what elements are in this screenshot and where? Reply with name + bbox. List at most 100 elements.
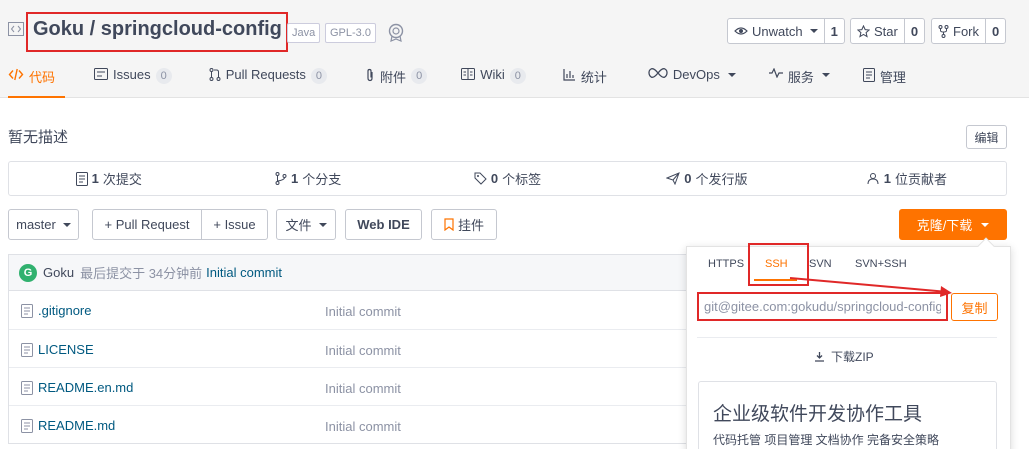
tab-issues[interactable]: Issues 0 bbox=[94, 62, 172, 98]
chevron-down-icon bbox=[727, 73, 736, 77]
license-tag[interactable]: GPL-3.0 bbox=[325, 23, 376, 43]
download-zip-link[interactable]: 下载ZIP bbox=[814, 348, 874, 365]
chevron-down-icon bbox=[821, 73, 830, 77]
tag-count: 0 bbox=[490, 171, 499, 186]
chevron-down-icon bbox=[318, 222, 327, 227]
file-name: LICENSE bbox=[38, 342, 94, 357]
commit-label: 次提交 bbox=[102, 172, 142, 187]
tab-services[interactable]: 服务 bbox=[768, 62, 830, 98]
star-label: Star bbox=[874, 23, 898, 39]
branch-icon bbox=[275, 172, 287, 185]
star-icon bbox=[857, 24, 870, 38]
stat-commits[interactable]: 1 次提交 bbox=[9, 162, 208, 195]
tab-label: 统计 bbox=[580, 70, 607, 85]
tab-devops[interactable]: DevOps bbox=[648, 62, 736, 98]
tab-label: Issues bbox=[113, 67, 151, 82]
fork-count[interactable]: 0 bbox=[985, 19, 1005, 43]
clone-download-button[interactable]: 克隆/下载 bbox=[899, 209, 1007, 240]
commit-message[interactable]: Initial commit bbox=[206, 265, 282, 280]
release-icon bbox=[666, 172, 681, 185]
files-dropdown[interactable]: 文件 bbox=[276, 209, 336, 240]
protocol-tab-https[interactable]: HTTPS bbox=[708, 258, 744, 270]
file-row: .gitignore Initial commit bbox=[9, 291, 687, 329]
protocol-tab-svn[interactable]: SVN bbox=[809, 258, 832, 270]
unwatch-button[interactable]: Unwatch 1 bbox=[727, 18, 845, 44]
web-ide-button[interactable]: Web IDE bbox=[345, 209, 422, 240]
file-commit-message[interactable]: Initial commit bbox=[325, 381, 401, 396]
branch-name: master bbox=[16, 217, 56, 232]
fork-button[interactable]: Fork 0 bbox=[931, 18, 1007, 44]
branch-select[interactable]: master bbox=[8, 209, 79, 240]
language-tag[interactable]: Java bbox=[287, 23, 321, 43]
file-link[interactable]: README.en.md bbox=[21, 380, 133, 395]
commit-doc-icon bbox=[75, 171, 88, 186]
edit-description-button[interactable]: 编辑 bbox=[966, 125, 1007, 149]
watch-count[interactable]: 1 bbox=[823, 19, 844, 43]
chevron-down-icon bbox=[809, 29, 818, 33]
release-count: 0 bbox=[684, 171, 692, 186]
file-commit-message[interactable]: Initial commit bbox=[325, 419, 401, 434]
tab-attachments[interactable]: 附件 0 bbox=[365, 62, 428, 98]
file-link[interactable]: README.md bbox=[21, 418, 115, 433]
release-label: 个发行版 bbox=[695, 172, 748, 187]
commit-author[interactable]: Goku bbox=[43, 265, 74, 280]
tab-pull-requests[interactable]: Pull Requests 0 bbox=[209, 62, 328, 98]
file-name: .gitignore bbox=[38, 303, 92, 318]
file-list: .gitignore Initial commit LICENSE Initia… bbox=[8, 290, 688, 444]
promo-subtitle: 代码托管 项目管理 文档协作 完备安全策略 bbox=[713, 433, 940, 447]
stat-tags[interactable]: 0 个标签 bbox=[408, 162, 607, 195]
file-row: README.en.md Initial commit bbox=[9, 367, 687, 405]
award-icon[interactable] bbox=[386, 22, 406, 42]
avatar[interactable]: G bbox=[19, 263, 37, 282]
file-commit-message[interactable]: Initial commit bbox=[325, 343, 401, 358]
clone-label: 克隆/下载 bbox=[916, 218, 973, 233]
commit-count: 1 bbox=[91, 171, 99, 186]
bar-chart-icon bbox=[563, 69, 575, 81]
paperclip-icon bbox=[367, 68, 373, 82]
file-name: README.en.md bbox=[38, 380, 134, 395]
tab-label: DevOps bbox=[672, 67, 720, 82]
repo-tabs: 代码 Issues 0 Pull Requests 0 附件 0 Wiki 0 … bbox=[0, 62, 906, 98]
widget-button[interactable]: 挂件 bbox=[431, 209, 497, 240]
contributor-count: 1 bbox=[883, 171, 891, 186]
tag-icon bbox=[474, 172, 487, 185]
stat-branches[interactable]: 1 个分支 bbox=[208, 162, 407, 195]
star-count[interactable]: 0 bbox=[903, 19, 924, 43]
file-icon bbox=[21, 303, 33, 318]
file-link[interactable]: .gitignore bbox=[21, 303, 91, 318]
book-icon bbox=[461, 68, 476, 80]
latest-commit-bar: G Goku 最后提交于 34分钟前 Initial commit bbox=[8, 254, 688, 290]
code-icon bbox=[8, 68, 24, 81]
protocol-tab-svn-ssh[interactable]: SVN+SSH bbox=[855, 258, 907, 270]
tab-manage[interactable]: 管理 bbox=[862, 62, 906, 98]
code-icon bbox=[8, 22, 24, 36]
eye-icon bbox=[734, 27, 748, 35]
tab-code[interactable]: 代码 bbox=[8, 62, 65, 98]
settings-doc-icon bbox=[862, 68, 875, 82]
file-link[interactable]: LICENSE bbox=[21, 342, 94, 357]
stat-contributors[interactable]: 1 位贡献者 bbox=[807, 162, 1006, 195]
new-issue-button[interactable]: + Issue bbox=[201, 209, 268, 240]
file-name: README.md bbox=[38, 418, 116, 433]
new-pull-request-button[interactable]: + Pull Request bbox=[92, 209, 202, 240]
branch-count: 1 bbox=[290, 171, 299, 186]
attachments-count-badge: 0 bbox=[411, 68, 428, 84]
repo-description: 暂无描述 bbox=[8, 129, 69, 146]
tab-statistics[interactable]: 统计 bbox=[563, 62, 607, 98]
stat-releases[interactable]: 0 个发行版 bbox=[607, 162, 806, 195]
fork-icon bbox=[938, 24, 949, 38]
annotation-arrow bbox=[789, 277, 952, 297]
star-button[interactable]: Star 0 bbox=[850, 18, 926, 44]
commit-meta: 最后提交于 34分钟前 bbox=[80, 266, 203, 281]
branch-label: 个分支 bbox=[302, 172, 342, 187]
tab-label: 附件 bbox=[380, 70, 407, 85]
tab-wiki[interactable]: Wiki 0 bbox=[461, 62, 526, 98]
tab-label: Pull Requests bbox=[225, 67, 306, 82]
file-commit-message[interactable]: Initial commit bbox=[325, 304, 401, 319]
file-icon bbox=[21, 342, 33, 357]
chevron-down-icon bbox=[62, 222, 71, 227]
file-row: README.md Initial commit bbox=[9, 405, 687, 443]
file-icon bbox=[21, 380, 33, 395]
pr-count-badge: 0 bbox=[310, 68, 328, 84]
chevron-down-icon bbox=[981, 222, 990, 227]
